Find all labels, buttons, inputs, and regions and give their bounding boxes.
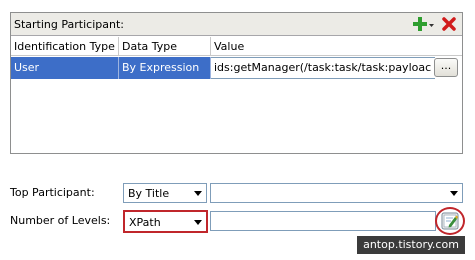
identification-type-cell[interactable]: User xyxy=(11,57,119,79)
top-participant-value-select[interactable] xyxy=(210,183,463,203)
chevron-down-icon xyxy=(194,220,202,225)
top-participant-type-value: By Title xyxy=(128,187,170,200)
number-of-levels-input[interactable] xyxy=(210,211,436,231)
number-of-levels-label: Number of Levels: xyxy=(10,214,111,227)
table-row[interactable]: User By Expression ids:getManager(/task:… xyxy=(11,57,462,79)
browse-value-button[interactable]: ... xyxy=(434,58,458,77)
watermark: antop.tistory.com xyxy=(357,236,465,254)
chevron-down-icon xyxy=(450,191,458,196)
number-of-levels-type-select[interactable]: XPath xyxy=(123,210,208,233)
remove-participant-icon[interactable] xyxy=(442,17,456,31)
starting-participant-panel: Starting Participant: Identification Typ… xyxy=(10,12,463,154)
value-cell-input[interactable]: ids:getManager(/task:task/task:payloac xyxy=(211,57,435,79)
top-participant-type-select[interactable]: By Title xyxy=(123,183,207,203)
column-header-value[interactable]: Value xyxy=(211,37,462,56)
panel-title: Starting Participant: xyxy=(14,18,124,31)
column-header-identification-type[interactable]: Identification Type xyxy=(11,37,119,56)
add-participant-icon[interactable] xyxy=(413,16,435,33)
data-type-cell[interactable]: By Expression xyxy=(119,57,211,79)
expression-builder-icon[interactable] xyxy=(441,212,459,230)
chevron-down-icon xyxy=(194,191,202,196)
top-participant-label: Top Participant: xyxy=(10,186,95,199)
number-of-levels-type-value: XPath xyxy=(129,216,161,229)
panel-header: Starting Participant: xyxy=(11,13,462,36)
column-header-data-type[interactable]: Data Type xyxy=(119,37,211,56)
